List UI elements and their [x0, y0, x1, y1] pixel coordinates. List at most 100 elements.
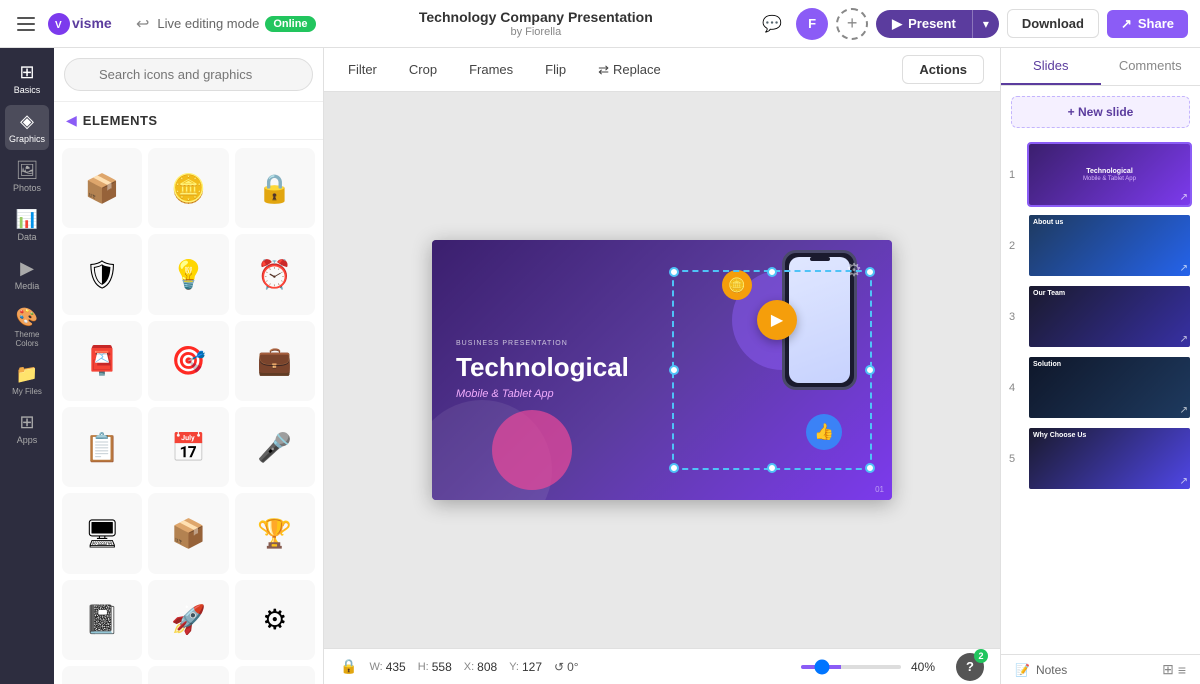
search-input[interactable]	[64, 58, 313, 91]
list-view-btn[interactable]: ≡	[1178, 661, 1186, 678]
rotation-field[interactable]: ↺ 0°	[554, 660, 579, 674]
help-badge: 2	[974, 649, 988, 663]
rotate-icon: ↺	[554, 660, 564, 674]
undo-icon[interactable]: ↩	[136, 14, 149, 34]
slide-thumb-2[interactable]: 2 About us ↗	[1009, 213, 1192, 278]
tab-comments[interactable]: Comments	[1101, 48, 1200, 85]
icon-cell[interactable]: 🛡	[62, 234, 142, 314]
icon-cell[interactable]: 🏆	[235, 493, 315, 573]
present-dropdown-btn[interactable]: ▾	[972, 10, 999, 38]
sidebar-item-photos[interactable]: 🖼 Photos	[5, 154, 49, 199]
tab-slides[interactable]: Slides	[1001, 48, 1101, 85]
photos-icon: 🖼	[16, 160, 39, 181]
sidebar-item-data[interactable]: 📊 Data	[5, 203, 49, 248]
data-icon: 📊	[16, 209, 38, 230]
icon-cell[interactable]: 📣	[62, 666, 142, 684]
media-icon: ▶	[20, 258, 34, 279]
my-files-icon: 📁	[16, 364, 38, 385]
online-badge: Online	[265, 16, 315, 32]
slide-thumb-1[interactable]: 1 TechnologicalMobile & Tablet App ↗	[1009, 142, 1192, 207]
icon-cell[interactable]: 🪙	[148, 148, 228, 228]
grid-view-btn[interactable]: ⊞	[1162, 661, 1174, 678]
zoom-value: 40%	[911, 660, 946, 674]
tabs-row: Slides Comments	[1001, 48, 1200, 86]
sidebar-item-theme-colors[interactable]: 🎨 Theme Colors	[5, 301, 49, 354]
replace-icon: ⇄	[598, 62, 609, 78]
slide-label: BUSINESS PRESENTATION	[456, 340, 629, 347]
icon-cell[interactable]: 📦	[148, 493, 228, 573]
icon-cell[interactable]: 🖥	[62, 493, 142, 573]
theme-colors-icon: 🎨	[16, 307, 38, 328]
avatar-btn[interactable]: F	[796, 8, 828, 40]
icon-cell[interactable]: 📓	[62, 580, 142, 660]
new-slide-button[interactable]: + New slide	[1011, 96, 1190, 128]
slide-thumb-5[interactable]: 5 Why Choose Us ↗	[1009, 426, 1192, 491]
add-collaborator-btn[interactable]: +	[836, 8, 868, 40]
share-button[interactable]: ↗ Share	[1107, 10, 1188, 38]
sidebar-item-basics[interactable]: ⊞ Basics	[5, 56, 49, 101]
slide-thumb-3[interactable]: 3 Our Team ↗	[1009, 284, 1192, 349]
icon-cell[interactable]: 🚀	[148, 580, 228, 660]
icon-cell[interactable]: ☁	[235, 666, 315, 684]
icon-cell[interactable]: 💼	[235, 321, 315, 401]
menu-icon[interactable]	[12, 10, 40, 38]
help-button[interactable]: ? 2	[956, 653, 984, 681]
filter-button[interactable]: Filter	[340, 58, 385, 81]
slide-export-icon-3: ↗	[1180, 334, 1188, 345]
svg-text:V: V	[55, 20, 62, 31]
slide-export-icon-2: ↗	[1180, 263, 1188, 274]
zoom-slider[interactable]	[801, 665, 901, 669]
slide-thumb-4[interactable]: 4 Solution ↗	[1009, 355, 1192, 420]
slide-preview-3[interactable]: Our Team ↗	[1027, 284, 1192, 349]
slide-circle-medium	[492, 410, 572, 490]
icon-cell[interactable]: 📋	[62, 407, 142, 487]
sidebar-item-apps[interactable]: ⊞ Apps	[5, 406, 49, 451]
notes-label[interactable]: Notes	[1036, 663, 1067, 677]
basics-icon: ⊞	[19, 62, 34, 83]
slide-num-1: 1	[1009, 142, 1021, 207]
crop-button[interactable]: Crop	[401, 58, 445, 81]
actions-button[interactable]: Actions	[902, 55, 984, 84]
notes-icon: 📝	[1015, 663, 1030, 677]
panel-back-btn[interactable]: ◀	[66, 112, 77, 129]
icon-cell[interactable]: 📮	[62, 321, 142, 401]
topbar-center: Technology Company Presentation by Fiore…	[324, 9, 749, 38]
canvas-wrap[interactable]: BUSINESS PRESENTATION Technological Mobi…	[324, 92, 1000, 648]
sidebar-item-graphics[interactable]: ◈ Graphics	[5, 105, 49, 150]
icon-cell[interactable]: 📦	[62, 148, 142, 228]
height-field: H: 558	[418, 660, 452, 674]
slide-preview-1[interactable]: TechnologicalMobile & Tablet App ↗	[1027, 142, 1192, 207]
share-icon: ↗	[1121, 16, 1132, 32]
panel-scroll[interactable]: 📦🪙🔒🛡💡⏰📮🎯💼📋📅🎤🖥📦🏆📓🚀⚙📣📦☁🗺⏱⏳💻🔑🗺📱💰🔦	[54, 140, 323, 684]
slide-play-icon: ▶	[757, 300, 797, 340]
present-button[interactable]: ▶ Present	[876, 10, 972, 38]
svg-text:visme: visme	[72, 15, 112, 31]
panel-search: 🔍	[54, 48, 323, 102]
replace-button[interactable]: ⇄ Replace	[590, 58, 669, 82]
icon-cell[interactable]: 🎤	[235, 407, 315, 487]
toolbar: Filter Crop Frames Flip ⇄ Replace Action…	[324, 48, 1000, 92]
slide-preview-5[interactable]: Why Choose Us ↗	[1027, 426, 1192, 491]
presentation-title: Technology Company Presentation	[324, 9, 749, 26]
icon-cell[interactable]: 📦	[148, 666, 228, 684]
sidebar-item-my-files[interactable]: 📁 My Files	[5, 358, 49, 402]
icon-cell[interactable]: 🔒	[235, 148, 315, 228]
frames-button[interactable]: Frames	[461, 58, 521, 81]
lock-icon[interactable]: 🔒	[340, 658, 357, 675]
comment-icon-btn[interactable]: 💬	[756, 8, 788, 40]
icon-cell[interactable]: 📅	[148, 407, 228, 487]
flip-button[interactable]: Flip	[537, 58, 574, 81]
icon-cell[interactable]: 🎯	[148, 321, 228, 401]
download-button[interactable]: Download	[1007, 9, 1099, 38]
icon-cell[interactable]: 💡	[148, 234, 228, 314]
slide-export-icon-1: ↗	[1180, 192, 1188, 203]
sidebar-item-media[interactable]: ▶ Media	[5, 252, 49, 297]
slide-num-3: 3	[1009, 284, 1021, 349]
slide-num-5: 5	[1009, 426, 1021, 491]
icon-cell[interactable]: ⚙	[235, 580, 315, 660]
slide-preview-4[interactable]: Solution ↗	[1027, 355, 1192, 420]
slide-preview-2[interactable]: About us ↗	[1027, 213, 1192, 278]
right-panel: Slides Comments + New slide 1 Technologi…	[1000, 48, 1200, 684]
slide-text-area: BUSINESS PRESENTATION Technological Mobi…	[456, 340, 629, 400]
icon-cell[interactable]: ⏰	[235, 234, 315, 314]
